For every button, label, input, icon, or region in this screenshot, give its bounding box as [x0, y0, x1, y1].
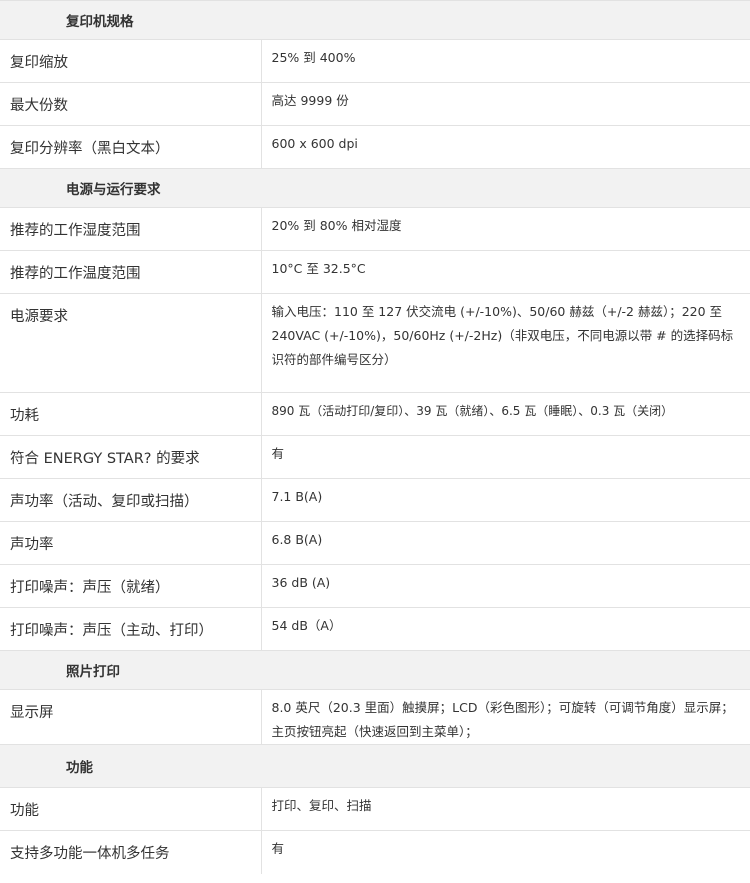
spec-label: 电源要求	[0, 293, 262, 393]
spec-value: 6.8 B(A)	[261, 521, 750, 565]
section-header-power: 电源与运行要求	[0, 168, 750, 208]
spec-row: 支持多功能一体机多任务 有	[0, 830, 750, 874]
section-title: 电源与运行要求	[0, 168, 750, 208]
spec-value: 20% 到 80% 相对湿度	[261, 207, 750, 251]
spec-value: 54 dB（A）	[261, 607, 750, 651]
spec-value: 36 dB (A)	[261, 564, 750, 608]
spec-value: 10°C 至 32.5°C	[261, 250, 750, 294]
spec-table: 复印机规格 复印缩放 25% 到 400% 最大份数 高达 9999 份 复印分…	[0, 0, 750, 874]
section-header-photo: 照片打印	[0, 650, 750, 690]
spec-row: 符合 ENERGY STAR? 的要求 有	[0, 435, 750, 479]
spec-value: 有	[261, 830, 750, 874]
spec-label: 复印分辨率（黑白文本）	[0, 125, 262, 169]
spec-label: 功耗	[0, 392, 262, 436]
spec-label: 最大份数	[0, 82, 262, 126]
spec-label: 功能	[0, 787, 262, 831]
spec-label: 复印缩放	[0, 39, 262, 83]
spec-row: 声功率 6.8 B(A)	[0, 521, 750, 565]
spec-value: 高达 9999 份	[261, 82, 750, 126]
spec-row: 复印缩放 25% 到 400%	[0, 39, 750, 83]
spec-label: 支持多功能一体机多任务	[0, 830, 262, 874]
spec-value: 8.0 英尺（20.3 里面）触摸屏；LCD（彩色图形）；可旋转（可调节角度）显…	[261, 689, 750, 745]
spec-label: 显示屏	[0, 689, 262, 745]
spec-value: 890 瓦（活动打印/复印）、39 瓦（就绪）、6.5 瓦（睡眠）、0.3 瓦（…	[261, 392, 750, 436]
spec-row: 打印噪声：声压（主动、打印） 54 dB（A）	[0, 607, 750, 651]
spec-row: 功能 打印、复印、扫描	[0, 787, 750, 831]
spec-label: 符合 ENERGY STAR? 的要求	[0, 435, 262, 479]
section-header-features: 功能	[0, 744, 750, 788]
spec-row: 复印分辨率（黑白文本） 600 x 600 dpi	[0, 125, 750, 169]
section-title: 功能	[0, 744, 750, 788]
section-title: 复印机规格	[0, 0, 750, 40]
spec-row: 显示屏 8.0 英尺（20.3 里面）触摸屏；LCD（彩色图形）；可旋转（可调节…	[0, 689, 750, 745]
section-header-copier: 复印机规格	[0, 0, 750, 40]
spec-label: 声功率	[0, 521, 262, 565]
spec-label: 打印噪声：声压（主动、打印）	[0, 607, 262, 651]
spec-row: 最大份数 高达 9999 份	[0, 82, 750, 126]
spec-label: 打印噪声：声压（就绪）	[0, 564, 262, 608]
spec-label: 推荐的工作温度范围	[0, 250, 262, 294]
spec-row: 功耗 890 瓦（活动打印/复印）、39 瓦（就绪）、6.5 瓦（睡眠）、0.3…	[0, 392, 750, 436]
spec-value: 25% 到 400%	[261, 39, 750, 83]
spec-row: 电源要求 输入电压：110 至 127 伏交流电 (+/-10%)、50/60 …	[0, 293, 750, 393]
spec-row: 打印噪声：声压（就绪） 36 dB (A)	[0, 564, 750, 608]
spec-value: 有	[261, 435, 750, 479]
section-title: 照片打印	[0, 650, 750, 690]
spec-row: 推荐的工作温度范围 10°C 至 32.5°C	[0, 250, 750, 294]
spec-row: 声功率（活动、复印或扫描） 7.1 B(A)	[0, 478, 750, 522]
spec-label: 声功率（活动、复印或扫描）	[0, 478, 262, 522]
spec-value: 600 x 600 dpi	[261, 125, 750, 169]
spec-row: 推荐的工作湿度范围 20% 到 80% 相对湿度	[0, 207, 750, 251]
spec-value: 输入电压：110 至 127 伏交流电 (+/-10%)、50/60 赫兹（+/…	[261, 293, 750, 393]
spec-value: 打印、复印、扫描	[261, 787, 750, 831]
spec-value: 7.1 B(A)	[261, 478, 750, 522]
spec-label: 推荐的工作湿度范围	[0, 207, 262, 251]
